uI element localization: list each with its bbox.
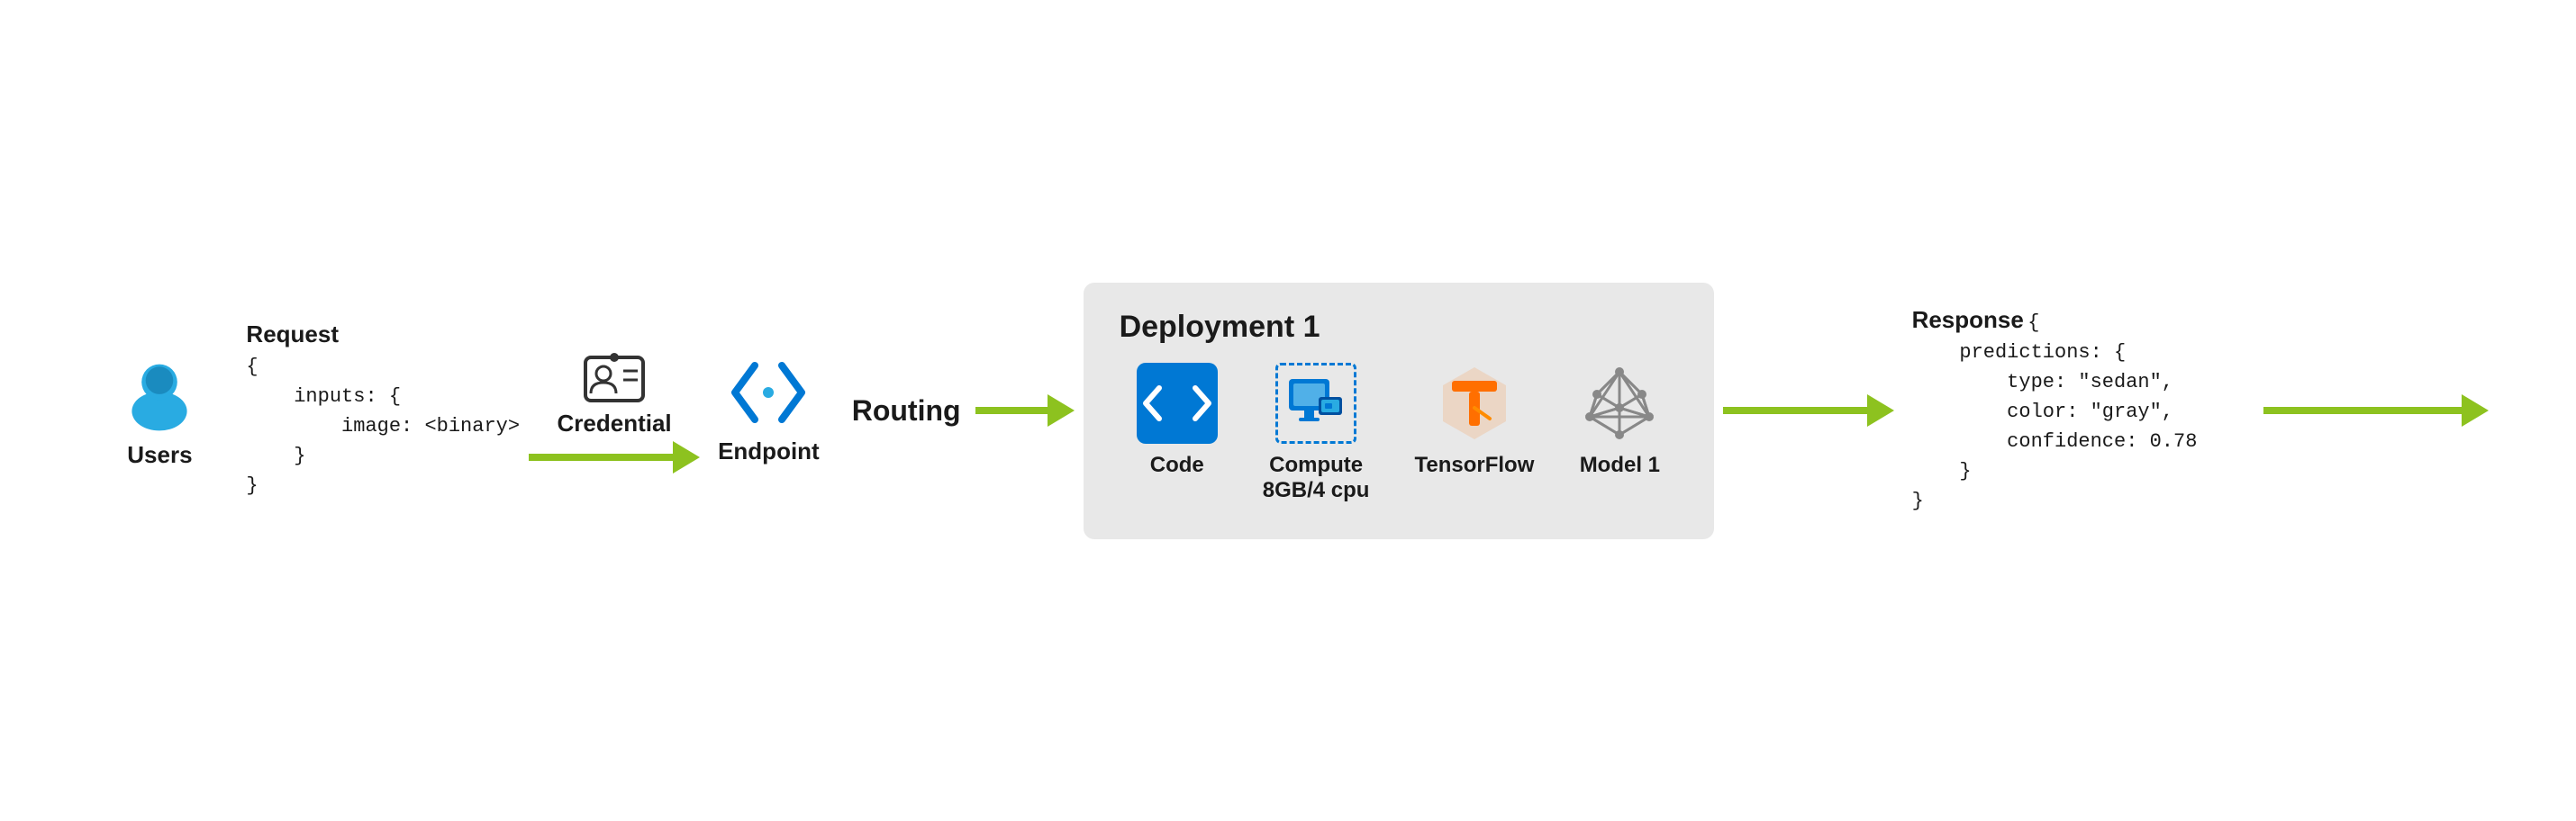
tensorflow-icon	[1434, 363, 1515, 444]
credential-label: Credential	[558, 410, 672, 438]
endpoint-label: Endpoint	[718, 438, 820, 465]
request-code: { inputs: { image: <binary> } }	[246, 352, 520, 501]
compute-icon-wrap	[1275, 363, 1356, 444]
deploy-item-compute: Compute 8GB/4 cpu	[1263, 363, 1370, 503]
deployment-icons-row: Code	[1120, 363, 1678, 503]
user-block: Users	[87, 353, 231, 469]
compute-label: Compute 8GB/4 cpu	[1263, 453, 1370, 503]
arrow-to-response	[1723, 394, 1894, 427]
deploy-item-model1: Model 1	[1579, 363, 1660, 478]
user-icon	[119, 353, 200, 434]
response-code: { predictions: { type: "sedan", color: "…	[1912, 311, 2198, 512]
response-label: Response	[1912, 306, 2024, 333]
deployment-title: Deployment 1	[1120, 310, 1678, 345]
deploy-item-code: Code	[1137, 363, 1218, 478]
deploy-item-tensorflow: TensorFlow	[1414, 363, 1534, 478]
arrow-to-endpoint	[529, 441, 700, 474]
flow-row: Users Request { inputs: { image: <binary…	[87, 283, 2488, 539]
arrow-to-deployment	[975, 394, 1075, 427]
routing-label: Routing	[852, 394, 961, 428]
diagram-container: Users Request { inputs: { image: <binary…	[0, 0, 2576, 821]
tensorflow-label: TensorFlow	[1414, 453, 1534, 478]
code-label: Code	[1150, 453, 1204, 478]
compute-icon	[1284, 372, 1347, 435]
arrow-final	[2263, 394, 2489, 427]
user-label: Users	[127, 441, 192, 469]
endpoint-block: Endpoint	[718, 356, 820, 465]
model1-label: Model 1	[1580, 453, 1660, 478]
response-block: Response { predictions: { type: "sedan",…	[1912, 306, 2254, 516]
credential-icon	[578, 348, 650, 410]
endpoint-icon	[728, 356, 809, 429]
model-icon	[1579, 363, 1660, 444]
deployment-box: Deployment 1 Code	[1084, 283, 1714, 539]
request-label: Request	[246, 320, 520, 348]
code-icon	[1137, 363, 1218, 444]
